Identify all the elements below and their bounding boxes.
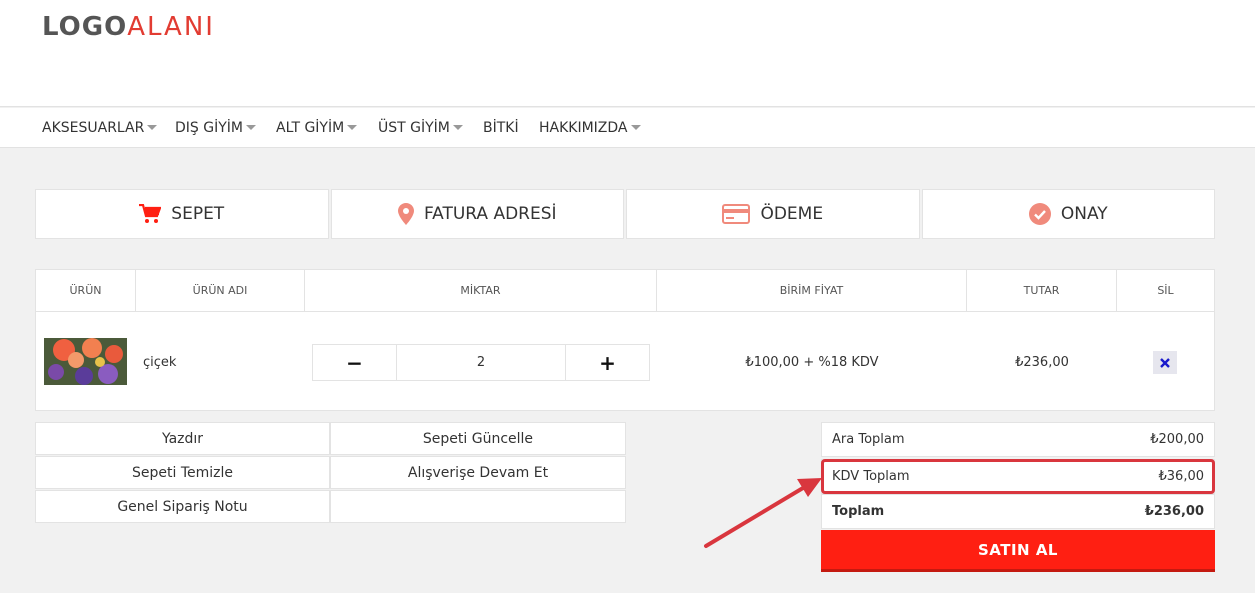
line-total: ₺236,00: [1015, 354, 1069, 370]
step-label: FATURA ADRESİ: [423, 204, 557, 224]
quantity-increase-button[interactable]: +: [565, 344, 650, 381]
subtotal-row: Ara Toplam ₺200,00: [821, 422, 1215, 457]
nav-item-alt-giyim[interactable]: ALT GİYİM: [276, 108, 358, 148]
th-sil: SİL: [1157, 284, 1174, 297]
map-pin-icon: [397, 203, 414, 225]
vat-row: KDV Toplam ₺36,00: [821, 459, 1215, 494]
step-label: SEPET: [171, 204, 225, 224]
th-miktar: MİKTAR: [305, 270, 657, 312]
step-label: ONAY: [1060, 204, 1108, 224]
plus-icon: +: [599, 350, 616, 375]
th-urun-adi: ÜRÜN ADI: [136, 270, 305, 312]
order-note-button[interactable]: Genel Sipariş Notu: [35, 490, 330, 523]
minus-icon: −: [346, 350, 363, 375]
logo-part1: LOGO: [42, 12, 128, 42]
nav-label: ÜST GİYİM: [378, 120, 450, 136]
site-logo[interactable]: LOGOALANI: [42, 12, 215, 42]
nav-item-hakkimizda[interactable]: HAKKIMIZDA: [539, 108, 641, 148]
caret-down-icon: [347, 124, 358, 130]
close-icon: [1160, 353, 1170, 372]
nav-item-aksesuarlar[interactable]: AKSESUARLAR: [42, 108, 158, 148]
total-label: Toplam: [832, 504, 885, 519]
caret-down-icon: [147, 124, 158, 130]
update-cart-button[interactable]: Sepeti Güncelle: [330, 422, 626, 455]
remove-item-button[interactable]: [1153, 351, 1177, 374]
print-button[interactable]: Yazdır: [35, 422, 330, 455]
step-onay[interactable]: ONAY: [921, 189, 1215, 239]
continue-shopping-button[interactable]: Alışverişe Devam Et: [330, 456, 626, 489]
vat-value: ₺36,00: [1158, 469, 1205, 484]
step-sepet[interactable]: SEPET: [35, 189, 329, 239]
product-image[interactable]: [44, 338, 127, 385]
cart-actions: Yazdır Sepeti Güncelle Sepeti Temizle Al…: [35, 422, 626, 524]
unit-price: ₺100,00 + %18 KDV: [745, 354, 879, 370]
subtotal-label: Ara Toplam: [832, 432, 905, 447]
caret-down-icon: [245, 124, 256, 130]
cart-icon: [139, 204, 162, 224]
th-tutar: TUTAR: [967, 270, 1117, 312]
nav-label: AKSESUARLAR: [42, 120, 145, 136]
quantity-decrease-button[interactable]: −: [312, 344, 397, 381]
nav-item-dis-giyim[interactable]: DIŞ GİYİM: [175, 108, 256, 148]
nav-label: HAKKIMIZDA: [539, 120, 628, 136]
nav-label: ALT GİYİM: [276, 120, 345, 136]
nav-item-bitki[interactable]: BİTKİ: [483, 108, 519, 148]
product-name: çiçek: [143, 354, 177, 370]
th-urun: ÜRÜN: [36, 270, 136, 312]
site-header: LOGOALANI: [0, 0, 1255, 107]
total-value: ₺236,00: [1144, 504, 1204, 519]
step-label: ÖDEME: [760, 204, 824, 224]
cart-header-row: ÜRÜN ÜRÜN ADI MİKTAR BİRİM FİYAT TUTAR S…: [36, 270, 1214, 312]
check-circle-icon: [1028, 203, 1051, 225]
main-nav: AKSESUARLAR DIŞ GİYİM ALT GİYİM ÜST GİYİ…: [0, 108, 1255, 148]
credit-card-icon: [722, 204, 751, 224]
buy-button[interactable]: SATIN AL: [821, 530, 1215, 572]
vat-label: KDV Toplam: [832, 469, 910, 484]
quantity-input[interactable]: 2: [396, 344, 566, 381]
subtotal-value: ₺200,00: [1150, 432, 1204, 447]
step-fatura-adresi[interactable]: FATURA ADRESİ: [330, 189, 624, 239]
step-odeme[interactable]: ÖDEME: [626, 189, 920, 239]
nav-item-ust-giyim[interactable]: ÜST GİYİM: [378, 108, 463, 148]
nav-label: DIŞ GİYİM: [175, 120, 243, 136]
clear-cart-button[interactable]: Sepeti Temizle: [35, 456, 330, 489]
checkout-steps: SEPET FATURA ADRESİ ÖDEME ONAY: [35, 189, 1215, 239]
th-birim-fiyat: BİRİM FİYAT: [657, 270, 967, 312]
empty-action-cell: [330, 490, 626, 523]
total-row: Toplam ₺236,00: [821, 494, 1215, 529]
logo-part2: ALANI: [127, 12, 215, 42]
nav-label: BİTKİ: [483, 120, 519, 136]
caret-down-icon: [630, 124, 641, 130]
cart-table: ÜRÜN ÜRÜN ADI MİKTAR BİRİM FİYAT TUTAR S…: [35, 269, 1215, 411]
caret-down-icon: [452, 124, 463, 130]
